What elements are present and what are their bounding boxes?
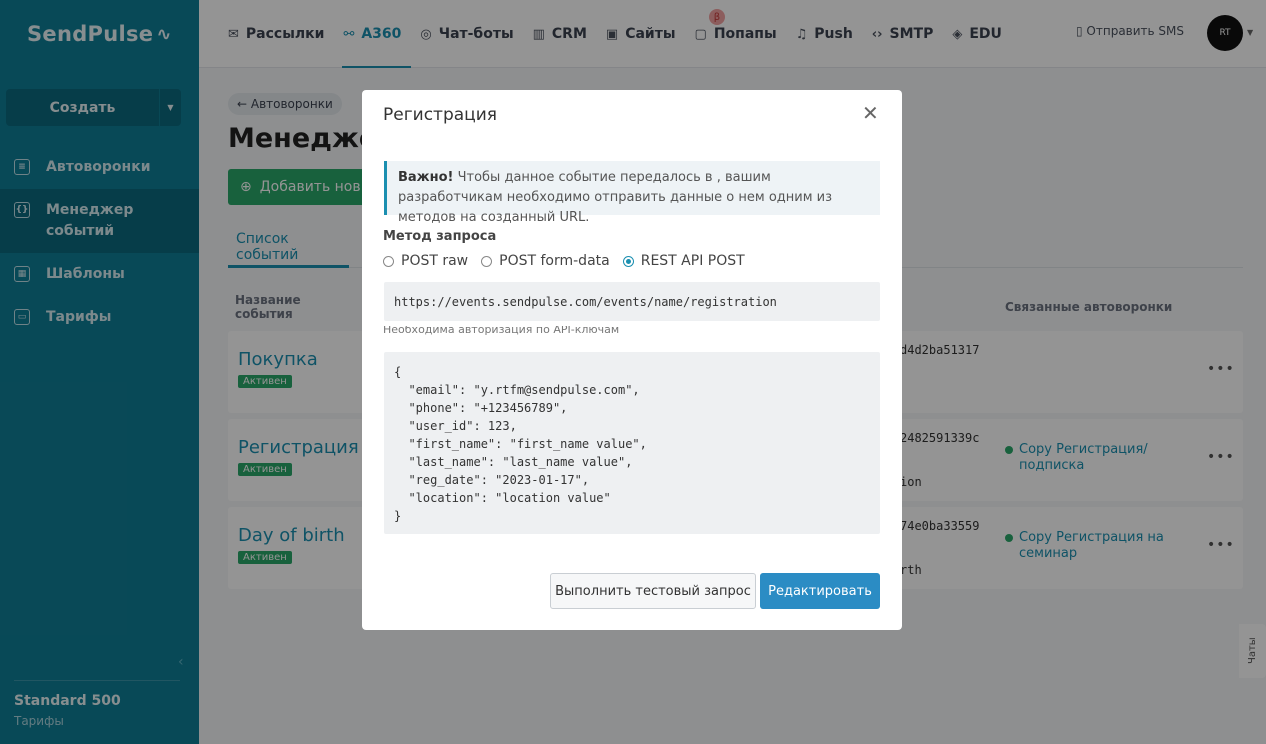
- radio-circle[interactable]: [481, 255, 493, 267]
- test-request-button[interactable]: Выполнить тестовый запрос: [550, 573, 756, 609]
- close-icon[interactable]: ✕: [862, 101, 879, 125]
- request-body-code[interactable]: { "email": "y.rtfm@sendpulse.com", "phon…: [384, 352, 880, 534]
- radio-circle[interactable]: [383, 255, 394, 267]
- event-url-field[interactable]: https://events.sendpulse.com/events/name…: [384, 282, 880, 321]
- radio-label: POST form-data: [499, 253, 610, 269]
- registration-modal: Регистрация ✕ Важно! Чтобы данное событи…: [362, 90, 902, 630]
- radio-post-raw[interactable]: POST raw: [383, 253, 468, 269]
- radio-rest-api-post[interactable]: REST API POST: [622, 253, 745, 269]
- important-notice: Важно! Чтобы данное событие передалось в…: [384, 161, 880, 225]
- edit-button[interactable]: Редактировать: [760, 573, 880, 609]
- radio-circle[interactable]: [622, 255, 634, 267]
- notice-bold: Важно!: [398, 170, 454, 185]
- radio-post-form-data[interactable]: POST form-data: [481, 253, 610, 269]
- method-label: Метод запроса: [383, 229, 497, 244]
- modal-title: Регистрация: [383, 105, 497, 125]
- radio-label: POST raw: [401, 253, 469, 269]
- notice-text: Чтобы данное событие передалось в , ваши…: [398, 170, 833, 225]
- url-highlight: https://events.sendpulse.com/events/name…: [369, 275, 891, 326]
- method-radio-group: POST raw POST form-data REST API POST: [383, 253, 758, 269]
- radio-label: REST API POST: [640, 253, 745, 269]
